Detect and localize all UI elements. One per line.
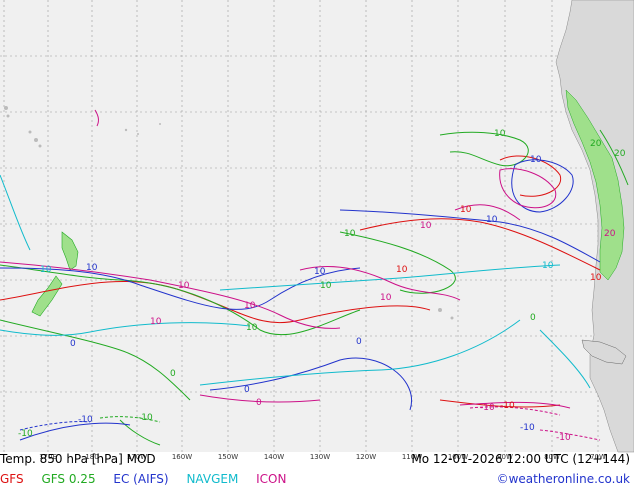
- contour-label: 10: [244, 301, 256, 311]
- credit-link[interactable]: ©weatheronline.co.uk: [497, 472, 630, 486]
- contour-label: 10: [344, 229, 356, 239]
- contour-label: 10: [40, 265, 52, 275]
- contour-label: 20: [604, 229, 616, 239]
- contour-label: -10: [138, 413, 153, 423]
- contour-label: -10: [520, 423, 535, 433]
- contour-label: 10: [542, 261, 554, 271]
- contour-label: 0: [356, 337, 362, 347]
- legend-ec-aifs: EC (AIFS): [113, 472, 169, 486]
- model-legend: GFS GFS 0.25 EC (AIFS) NAVGEM ICON: [0, 472, 300, 486]
- contour-label: 0: [530, 313, 536, 323]
- contour-label: 10: [530, 155, 542, 165]
- contour-label: 10: [314, 267, 326, 277]
- title-bar: Temp. 850 hPa [hPa] MOD Mo 12-01-2026 12…: [0, 452, 634, 468]
- contour-label: 10: [396, 265, 408, 275]
- contour-label: 20: [614, 149, 626, 159]
- legend-icon: ICON: [256, 472, 287, 486]
- map-title: Temp. 850 hPa [hPa] MOD: [0, 452, 156, 466]
- ocean: [0, 0, 634, 452]
- contour-label: 10: [86, 263, 98, 273]
- legend-gfs: GFS: [0, 472, 24, 486]
- contour-label: 10: [380, 293, 392, 303]
- contour-label: -10: [500, 401, 515, 411]
- contour-label: 10: [494, 129, 506, 139]
- contour-label: 10: [486, 215, 498, 225]
- contour-label: -10: [480, 403, 495, 413]
- valid-datetime: Mo 12-01-2026 12:00 UTC (12+144): [411, 452, 630, 466]
- contour-label: 20: [590, 139, 602, 149]
- legend-gfs025: GFS 0.25: [41, 472, 96, 486]
- contour-label: 0: [256, 398, 262, 408]
- temperature-map: 10 10 10 10 10 10 10 10 10 10 10 10 10 1…: [0, 0, 634, 461]
- contour-label: 10: [150, 317, 162, 327]
- contour-label: -10: [18, 429, 33, 439]
- contour-label: 10: [590, 273, 602, 283]
- contour-label: 10: [420, 221, 432, 231]
- contour-label: -10: [78, 415, 93, 425]
- contour-label: 10: [320, 281, 332, 291]
- legend-bar: GFS GFS 0.25 EC (AIFS) NAVGEM ICON ©weat…: [0, 472, 634, 488]
- contour-label: 10: [178, 281, 190, 291]
- contour-label: 0: [70, 339, 76, 349]
- contour-label: 10: [246, 323, 258, 333]
- contour-label: 0: [244, 385, 250, 395]
- contour-label: -10: [556, 433, 571, 443]
- contour-label: 10: [460, 205, 472, 215]
- legend-navgem: NAVGEM: [186, 472, 239, 486]
- contour-label: 0: [170, 369, 176, 379]
